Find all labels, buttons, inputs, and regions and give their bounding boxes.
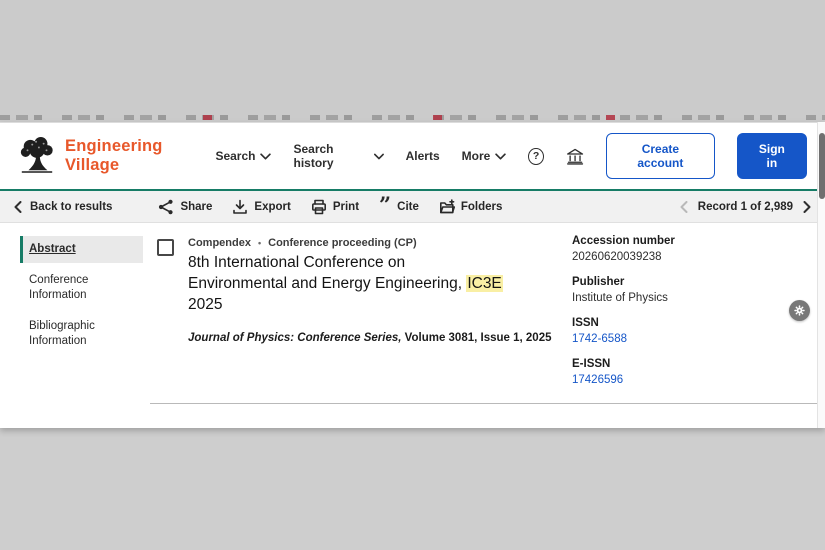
share-button[interactable]: Share	[158, 199, 212, 215]
detail-issn: ISSN 1742-6588	[572, 317, 787, 345]
next-record-icon[interactable]	[803, 201, 811, 213]
source-citation: Journal of Physics: Conference Series, V…	[188, 332, 552, 344]
record-meta: Compendex • Conference proceeding (CP)	[188, 237, 552, 249]
cite-button[interactable]: ” Cite	[379, 200, 419, 213]
desktop-area-bottom	[0, 428, 825, 550]
sidebar-item-abstract[interactable]: Abstract	[20, 236, 143, 263]
nav-more-label: More	[462, 149, 491, 163]
eissn-link[interactable]: 17426596	[572, 374, 787, 386]
record-details: Accession number 20260620039238 Publishe…	[572, 235, 787, 399]
export-download-icon	[232, 199, 248, 215]
document-type-label: Conference proceeding (CP)	[268, 237, 417, 249]
sign-in-button[interactable]: Sign in	[737, 133, 807, 179]
nav-search-label: Search	[215, 149, 255, 163]
record-pagination: Record 1 of 2,989	[680, 201, 811, 213]
gear-icon	[793, 304, 806, 317]
engineering-village-window: Engineering Village Search Search histor…	[0, 122, 825, 428]
print-icon	[311, 199, 327, 215]
record-toolbar: Back to results Share Export	[0, 189, 825, 223]
back-to-results-button[interactable]: Back to results	[14, 201, 112, 213]
detail-label: Publisher	[572, 276, 787, 288]
record-main: Compendex • Conference proceeding (CP) 8…	[157, 237, 557, 344]
sidebar-item-conference-information[interactable]: Conference Information	[20, 267, 143, 309]
nav-more[interactable]: More	[462, 149, 507, 163]
share-label: Share	[180, 201, 212, 213]
folders-label: Folders	[461, 201, 503, 213]
desktop-area-top	[0, 0, 825, 122]
folders-button[interactable]: Folders	[439, 199, 503, 215]
volume-issue-year: Volume 3081, Issue 1, 2025	[401, 332, 551, 344]
cite-quote-icon: ”	[379, 200, 391, 213]
issn-link[interactable]: 1742-6588	[572, 333, 787, 345]
elsevier-tree-logo	[18, 136, 56, 176]
app-header: Engineering Village Search Search histor…	[0, 123, 825, 189]
title-text: 2025	[188, 296, 222, 313]
nav-search-history-label: Search history	[293, 142, 368, 170]
brand-title: Engineering Village	[65, 137, 215, 175]
record-count-label: Record 1 of 2,989	[698, 201, 793, 213]
chevron-down-icon	[260, 153, 271, 160]
accessibility-settings-button[interactable]	[789, 300, 810, 321]
institution-bank-icon[interactable]	[566, 147, 584, 166]
window-edge-fragment-red	[433, 115, 442, 120]
detail-eissn: E-ISSN 17426596	[572, 358, 787, 386]
detail-value: Institute of Physics	[572, 292, 787, 304]
chevron-down-icon	[495, 153, 506, 160]
window-edge-fragment-red	[203, 115, 212, 120]
export-button[interactable]: Export	[232, 199, 290, 215]
sidebar-item-bibliographic-information[interactable]: Bibliographic Information	[20, 313, 143, 355]
nav-alerts-label: Alerts	[406, 149, 440, 163]
section-divider	[150, 403, 818, 404]
scrollbar-track[interactable]	[817, 122, 825, 428]
print-button[interactable]: Print	[311, 199, 359, 215]
detail-accession-number: Accession number 20260620039238	[572, 235, 787, 263]
window-edge-fragments	[0, 115, 825, 120]
record-title: 8th International Conference on Environm…	[188, 252, 506, 315]
detail-label: ISSN	[572, 317, 787, 329]
record-content: Abstract Conference Information Bibliogr…	[0, 223, 825, 428]
detail-value: 20260620039238	[572, 251, 787, 263]
meta-separator-dot: •	[258, 238, 261, 248]
previous-record-icon[interactable]	[680, 201, 688, 213]
detail-label: E-ISSN	[572, 358, 787, 370]
detail-label: Accession number	[572, 235, 787, 247]
header-nav: Search Search history Alerts More ?	[215, 133, 807, 179]
chevron-left-icon	[14, 201, 22, 213]
title-text: 8th International Conference on Environm…	[188, 254, 466, 292]
help-icon[interactable]: ?	[528, 148, 544, 165]
detail-publisher: Publisher Institute of Physics	[572, 276, 787, 304]
cite-label: Cite	[397, 201, 419, 213]
record-section-nav: Abstract Conference Information Bibliogr…	[20, 236, 143, 359]
share-icon	[158, 199, 174, 215]
record-select-checkbox[interactable]	[157, 239, 174, 256]
chevron-down-icon	[374, 153, 384, 160]
export-label: Export	[254, 201, 290, 213]
create-account-button[interactable]: Create account	[606, 133, 715, 179]
nav-search-history[interactable]: Search history	[293, 142, 383, 170]
journal-name: Journal of Physics: Conference Series,	[188, 332, 401, 344]
folders-add-icon	[439, 199, 455, 215]
back-to-results-label: Back to results	[30, 201, 112, 213]
database-badge: Compendex	[188, 237, 251, 249]
title-search-highlight: IC3E	[466, 275, 502, 292]
record-actions: Share Export Print ” Ci	[158, 199, 502, 215]
print-label: Print	[333, 201, 359, 213]
window-edge-fragment-red	[606, 115, 615, 120]
scrollbar-thumb[interactable]	[819, 133, 825, 199]
screen: Engineering Village Search Search histor…	[0, 0, 825, 550]
nav-alerts[interactable]: Alerts	[406, 149, 440, 163]
nav-search[interactable]: Search	[215, 149, 271, 163]
